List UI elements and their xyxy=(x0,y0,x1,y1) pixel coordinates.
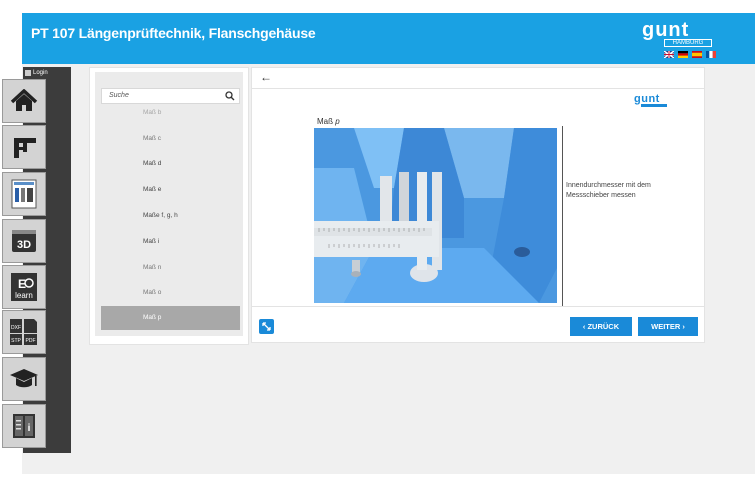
document-icon xyxy=(11,179,37,209)
caliper-button[interactable] xyxy=(2,125,46,169)
svg-text:PDF: PDF xyxy=(26,338,36,344)
step-title: Maß p xyxy=(317,117,340,126)
svg-text:STP: STP xyxy=(11,338,21,344)
back-arrow-icon[interactable]: ← xyxy=(260,70,272,84)
list-item[interactable]: Maße f, g, h xyxy=(143,212,178,219)
education-button[interactable] xyxy=(2,357,46,401)
svg-text:i: i xyxy=(28,423,31,434)
graduation-cap-icon xyxy=(10,369,38,388)
svg-text:learn: learn xyxy=(15,291,33,300)
measurement-list xyxy=(95,72,243,336)
document-button[interactable] xyxy=(2,172,46,216)
list-item[interactable]: Maß n xyxy=(143,264,161,271)
flag-en-icon[interactable] xyxy=(664,51,674,58)
list-item[interactable]: Maß b xyxy=(143,109,161,116)
brand-logo-bar xyxy=(641,104,667,107)
caliper-illustration xyxy=(314,128,557,303)
divider xyxy=(251,88,705,89)
expand-icon xyxy=(262,322,271,331)
divider xyxy=(251,306,705,307)
step-description: Innendurchmesser mit dem Messschieber me… xyxy=(566,182,651,199)
3d-button[interactable]: 3D xyxy=(2,219,46,263)
list-item[interactable]: Maß i xyxy=(143,238,159,245)
flag-fr-icon[interactable] xyxy=(706,51,716,58)
book-info-icon: i xyxy=(13,414,35,438)
home-icon xyxy=(10,89,38,111)
files-button[interactable]: DXF STP PDF xyxy=(2,310,46,354)
files-icon: DXF STP PDF xyxy=(10,319,37,345)
info-button[interactable]: i xyxy=(2,404,46,448)
list-item[interactable]: Maß e xyxy=(143,186,161,193)
3d-icon: 3D xyxy=(12,230,36,252)
list-item[interactable]: Maß d xyxy=(143,160,161,167)
gunt-logo: gunt HAMBURG xyxy=(642,20,713,48)
search-icon[interactable] xyxy=(225,91,235,101)
flag-es-icon[interactable] xyxy=(692,51,702,58)
list-item[interactable]: Maß o xyxy=(143,289,161,296)
svg-text:DXF: DXF xyxy=(11,325,21,331)
caliper-icon xyxy=(14,138,36,158)
search-input[interactable]: Suche xyxy=(101,88,240,104)
previous-button[interactable]: ‹ ZURÜCK xyxy=(570,317,632,336)
separator-line xyxy=(562,126,563,307)
next-button[interactable]: WEITER › xyxy=(638,317,698,336)
login-link[interactable]: Login xyxy=(25,68,48,78)
language-flags xyxy=(664,51,716,59)
app-title: PT 107 Längenprüftechnik, Flanschgehäuse xyxy=(31,25,316,41)
svg-text:3D: 3D xyxy=(17,239,31,251)
app-header: PT 107 Längenprüftechnik, Flanschgehäuse… xyxy=(22,13,755,64)
user-icon xyxy=(25,70,31,76)
fullscreen-button[interactable] xyxy=(259,319,274,334)
flag-de-icon[interactable] xyxy=(678,51,688,58)
list-item[interactable]: Maß c xyxy=(143,135,161,142)
elearn-button[interactable]: Elearn xyxy=(2,265,46,309)
elearn-icon: Elearn xyxy=(11,273,37,301)
list-item-selected[interactable]: Maß p xyxy=(101,306,240,330)
home-button[interactable] xyxy=(2,79,46,123)
